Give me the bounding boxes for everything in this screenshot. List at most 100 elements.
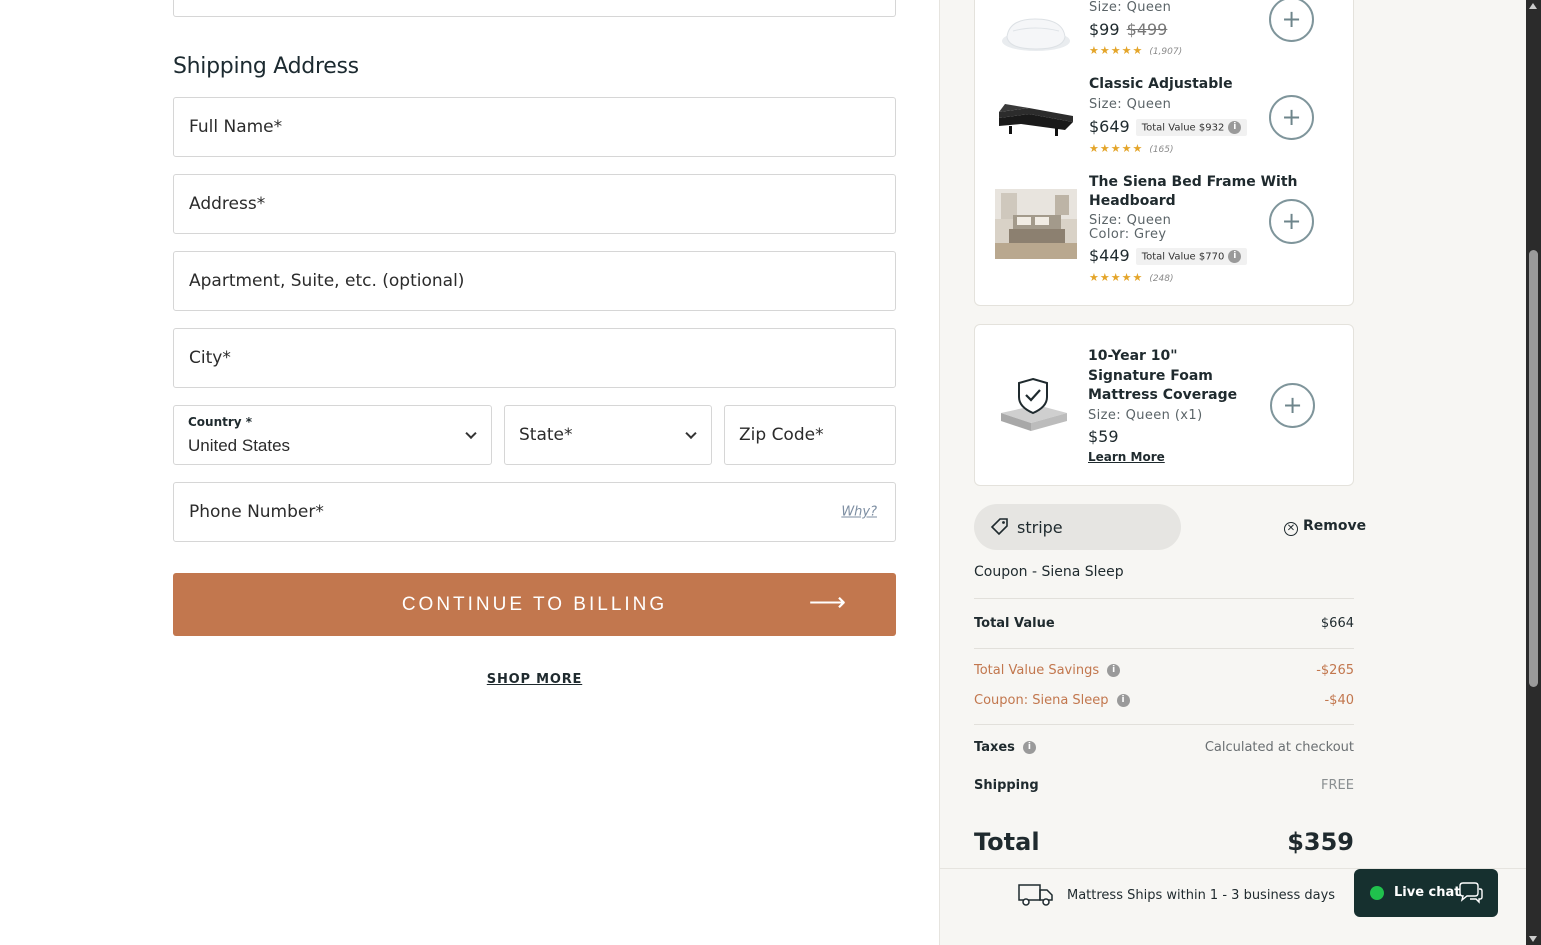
total-label: Total — [974, 828, 1040, 856]
total-amount: $359 — [1287, 828, 1354, 856]
upsell-size: Size: Queen — [1089, 0, 1172, 15]
page-scrollbar[interactable] — [1526, 0, 1541, 945]
country-value: United States — [188, 436, 291, 455]
upsell-price: $449 Total Value $770 i — [1089, 246, 1248, 265]
coverage-size: Size: Queen (x1) — [1088, 408, 1203, 423]
shipping-label: Shipping — [974, 778, 1039, 793]
total-value-badge: Total Value $932 i — [1135, 119, 1248, 136]
arrow-right-icon: ⟶ — [808, 585, 846, 616]
order-summary-panel: Size: Queen $99 $499 ★★★★★ (1,907) + Clas… — [939, 0, 1527, 945]
coupon-code: stripe — [1017, 518, 1063, 537]
scrollbar-thumb[interactable] — [1529, 250, 1538, 687]
info-icon[interactable]: i — [1228, 250, 1242, 263]
taxes-value: Calculated at checkout — [1204, 740, 1354, 755]
taxes-text: Taxes — [974, 740, 1015, 755]
taxes-label: Taxes i — [974, 740, 1036, 755]
live-chat-label: Live chat — [1394, 885, 1461, 900]
truck-icon — [1018, 884, 1053, 906]
coupon-discount-label: Coupon: Siena Sleep i — [974, 693, 1130, 708]
price-value: $449 — [1089, 246, 1130, 265]
info-icon[interactable]: i — [1022, 741, 1036, 754]
zip-placeholder: Zip Code* — [739, 425, 824, 445]
full-name-field[interactable]: Full Name* — [173, 97, 896, 157]
address-placeholder: Address* — [189, 194, 266, 214]
remove-coupon-button[interactable]: ✕ Remove — [1284, 518, 1366, 536]
close-circle-icon: ✕ — [1284, 522, 1298, 536]
coverage-price: $59 — [1088, 427, 1119, 446]
price-value: $649 — [1089, 117, 1130, 136]
city-placeholder: City* — [189, 348, 231, 368]
shop-more-link[interactable]: SHOP MORE — [0, 672, 1069, 687]
upsell-name: Classic Adjustable — [1089, 76, 1233, 92]
divider — [974, 724, 1354, 725]
add-item-button[interactable]: + — [1269, 199, 1314, 244]
apartment-field[interactable]: Apartment, Suite, etc. (optional) — [173, 251, 896, 311]
info-icon[interactable]: i — [1228, 121, 1242, 134]
upsell-card: Size: Queen $99 $499 ★★★★★ (1,907) + Clas… — [974, 0, 1354, 306]
full-name-placeholder: Full Name* — [189, 117, 283, 137]
chevron-down-icon — [685, 427, 697, 440]
total-value-amount: $664 — [1320, 616, 1354, 631]
total-value-text: Total Value $932 — [1141, 122, 1225, 134]
country-label: Country * — [188, 415, 253, 429]
previous-field[interactable] — [173, 0, 896, 17]
shipping-form-panel: Shipping Address Full Name* Address* Apa… — [0, 0, 939, 945]
upsell-price: $649 Total Value $932 i — [1089, 117, 1248, 136]
total-value-label: Total Value — [974, 616, 1055, 631]
live-chat-button[interactable]: Live chat — [1354, 869, 1498, 917]
upsell-size: Size: Queen — [1089, 213, 1172, 228]
star-icons: ★★★★★ — [1089, 44, 1144, 57]
rating-stars: ★★★★★ (165) — [1089, 142, 1174, 155]
savings-text: Total Value Savings — [974, 663, 1100, 678]
star-icons: ★★★★★ — [1089, 271, 1144, 284]
state-select[interactable]: State* — [504, 405, 712, 465]
scroll-up-icon[interactable] — [1529, 3, 1537, 9]
online-status-icon — [1370, 886, 1384, 900]
continue-label: CONTINUE TO BILLING — [401, 593, 668, 615]
add-coverage-button[interactable]: + — [1270, 383, 1315, 428]
coupon-discount-text: Coupon: Siena Sleep — [974, 693, 1109, 708]
country-select[interactable]: Country * United States — [173, 405, 492, 465]
review-count: (248) — [1149, 274, 1174, 284]
upsell-price: $99 $499 — [1089, 20, 1167, 39]
add-item-button[interactable]: + — [1269, 95, 1314, 140]
phone-placeholder: Phone Number* — [189, 502, 324, 522]
continue-to-billing-button[interactable]: CONTINUE TO BILLING ⟶ — [173, 573, 896, 636]
tag-icon — [990, 518, 1008, 536]
review-count: (165) — [1149, 145, 1174, 155]
coupon-discount-amount: -$40 — [1324, 693, 1354, 708]
shipping-heading: Shipping Address — [173, 54, 359, 79]
ships-note: Mattress Ships within 1 - 3 business day… — [1067, 888, 1336, 903]
chat-bubble-icon — [1459, 882, 1483, 904]
add-item-button[interactable]: + — [1269, 0, 1314, 42]
phone-why-link[interactable]: Why? — [841, 505, 877, 520]
bed-frame-image — [995, 189, 1077, 259]
divider — [974, 648, 1354, 649]
pillow-image — [1002, 18, 1070, 51]
divider — [974, 598, 1354, 599]
city-field[interactable]: City* — [173, 328, 896, 388]
compare-price: $499 — [1126, 20, 1168, 39]
address-field[interactable]: Address* — [173, 174, 896, 234]
price-value: $99 — [1089, 20, 1120, 39]
apartment-placeholder: Apartment, Suite, etc. (optional) — [189, 271, 465, 291]
chevron-down-icon — [465, 427, 477, 440]
coverage-card: 10-Year 10" Signature Foam Mattress Cove… — [974, 324, 1354, 486]
info-icon[interactable]: i — [1116, 694, 1130, 707]
phone-field[interactable]: Phone Number* Why? — [173, 482, 896, 542]
shipping-value: FREE — [1321, 778, 1354, 793]
total-value-badge: Total Value $770 i — [1135, 248, 1248, 265]
coverage-name: 10-Year 10" Signature Foam Mattress Cove… — [1088, 348, 1238, 403]
info-icon[interactable]: i — [1107, 664, 1121, 677]
shield-check-icon — [1001, 377, 1067, 431]
upsell-name: The Siena Bed Frame With Headboard — [1089, 174, 1298, 209]
savings-label: Total Value Savings i — [974, 663, 1121, 678]
scroll-down-icon[interactable] — [1529, 936, 1537, 942]
star-icons: ★★★★★ — [1089, 142, 1144, 155]
state-placeholder: State* — [519, 425, 573, 445]
rating-stars: ★★★★★ (248) — [1089, 271, 1174, 284]
learn-more-link[interactable]: Learn More — [1088, 450, 1165, 464]
applied-coupon-pill: stripe — [974, 504, 1181, 550]
remove-label: Remove — [1303, 518, 1367, 534]
zip-field[interactable]: Zip Code* — [724, 405, 896, 465]
